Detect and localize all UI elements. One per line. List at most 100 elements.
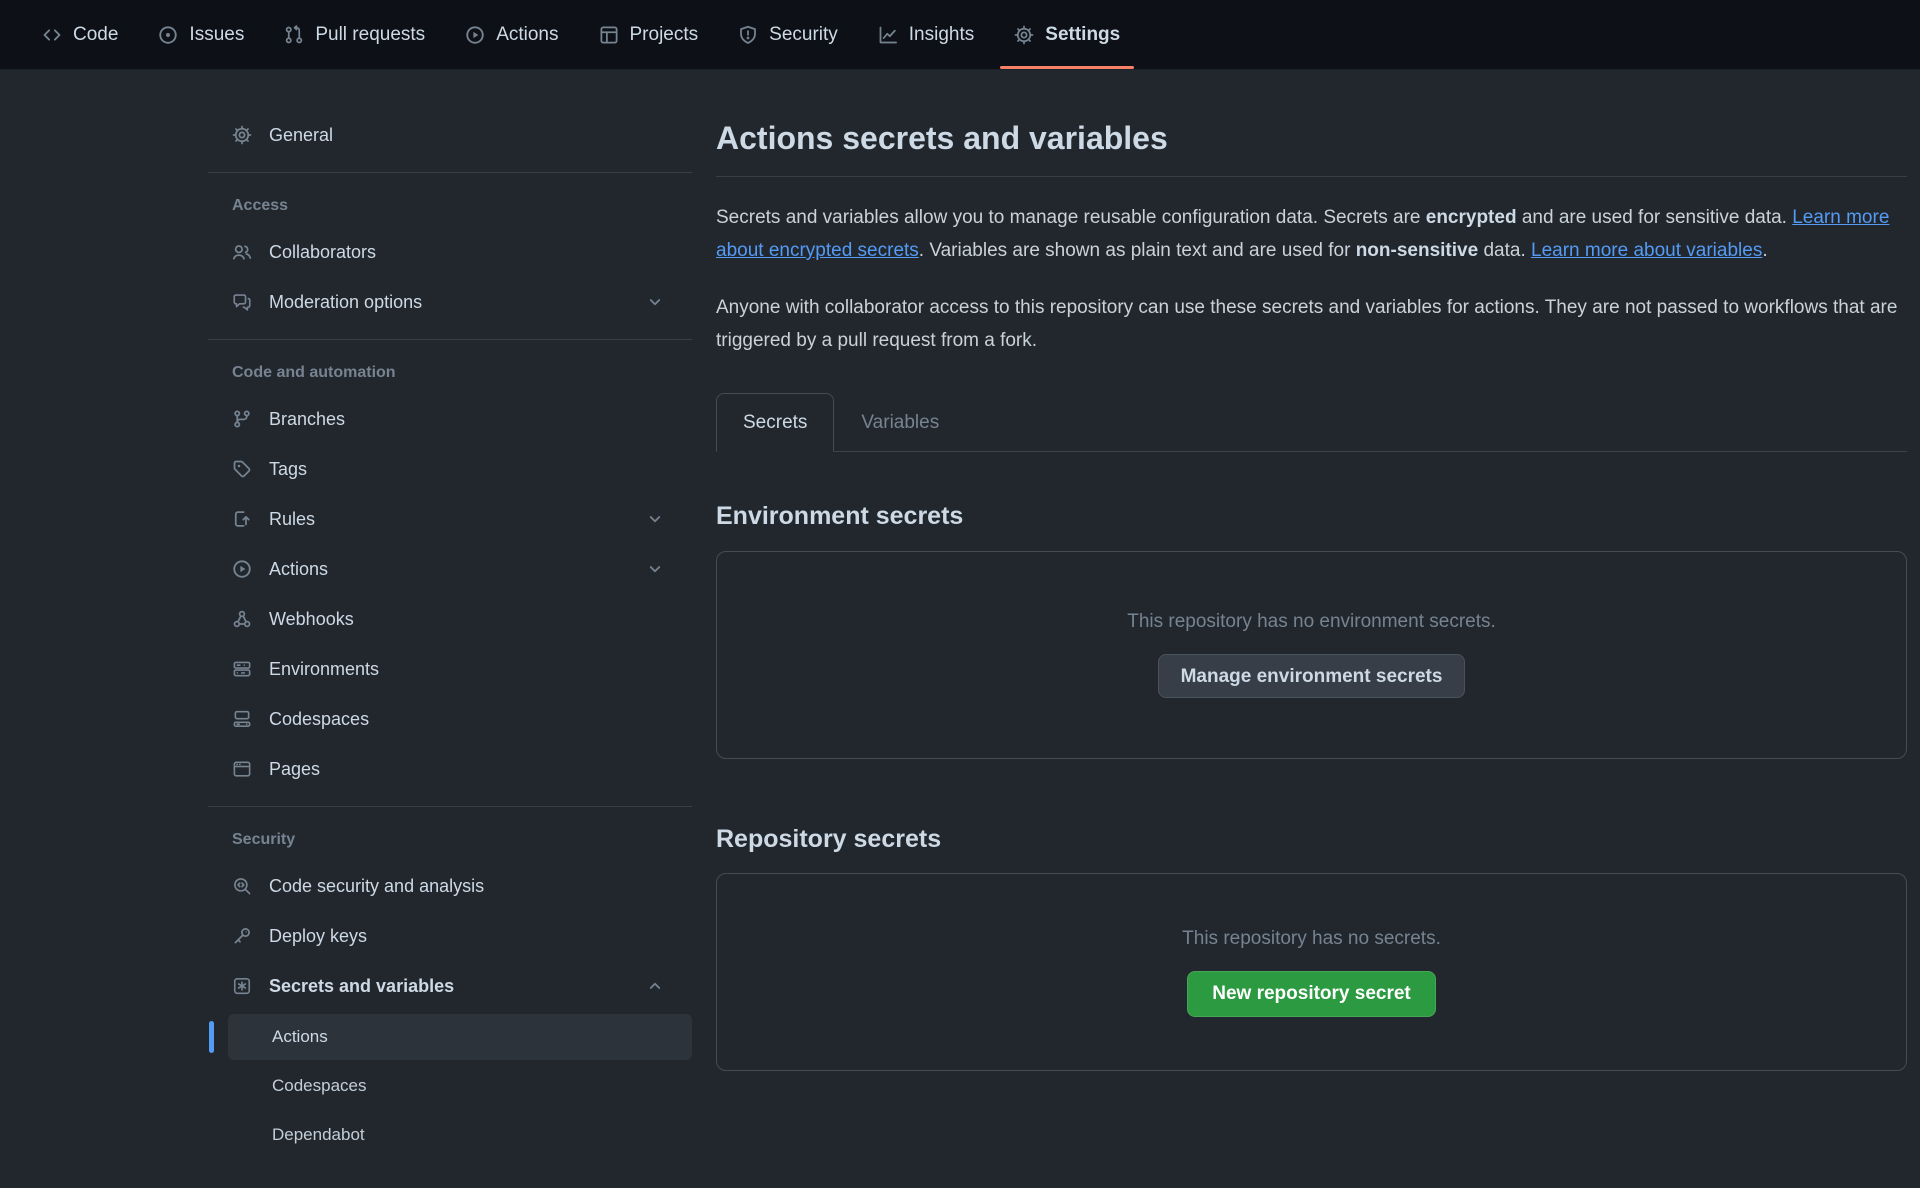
intro-bold-non-sensitive: non-sensitive xyxy=(1356,240,1478,261)
tag-icon xyxy=(232,459,252,479)
sidebar-subitem-label: Actions xyxy=(272,1027,328,1047)
people-icon xyxy=(232,242,252,262)
nav-tab-pull-requests[interactable]: Pull requests xyxy=(264,0,445,69)
repository-secrets-heading: Repository secrets xyxy=(716,823,1907,856)
sidebar-item-code-security-and-analysis[interactable]: Code security and analysis xyxy=(208,861,692,911)
sidebar-item-label: Rules xyxy=(269,509,315,530)
code-icon xyxy=(42,25,62,45)
settings-main-panel: Actions secrets and variables Secrets an… xyxy=(692,70,1920,1071)
nav-tab-code[interactable]: Code xyxy=(22,0,138,69)
gear-icon xyxy=(1014,25,1034,45)
sidebar-item-codespaces[interactable]: Codespaces xyxy=(208,694,692,744)
intro-text: . xyxy=(1762,240,1767,261)
repository-secrets-empty-text: This repository has no secrets. xyxy=(1182,928,1441,950)
server-icon xyxy=(232,659,252,679)
sidebar-item-label: Pages xyxy=(269,759,320,780)
nav-tab-label: Pull requests xyxy=(315,25,425,44)
sidebar-item-collaborators[interactable]: Collaborators xyxy=(208,227,692,277)
sidebar-subitem-codespaces[interactable]: Codespaces xyxy=(228,1063,692,1109)
sidebar-divider xyxy=(208,806,692,807)
nav-tab-label: Projects xyxy=(630,25,699,44)
nav-tab-security[interactable]: Security xyxy=(718,0,858,69)
sidebar-item-rules[interactable]: Rules xyxy=(208,494,692,544)
nav-tab-projects[interactable]: Projects xyxy=(579,0,719,69)
asterisk-box-icon xyxy=(232,976,252,996)
title-divider xyxy=(716,176,1907,177)
sidebar-item-label: Environments xyxy=(269,659,379,680)
sidebar-item-label: Deploy keys xyxy=(269,926,367,947)
webhook-icon xyxy=(232,609,252,629)
repository-secrets-empty-box: This repository has no secrets. New repo… xyxy=(716,873,1907,1071)
sidebar-item-label: Webhooks xyxy=(269,609,354,630)
sidebar-item-label: Branches xyxy=(269,409,345,430)
sidebar-subitem-label: Dependabot xyxy=(272,1125,365,1145)
sidebar-section-code-and-automation: Code and automation xyxy=(208,352,692,394)
nav-tab-issues[interactable]: Issues xyxy=(138,0,264,69)
tab-secrets[interactable]: Secrets xyxy=(716,393,834,452)
new-repository-secret-button[interactable]: New repository secret xyxy=(1187,971,1436,1017)
play-circle-icon xyxy=(232,559,252,579)
nav-tab-label: Code xyxy=(73,25,118,44)
sidebar-item-label: General xyxy=(269,125,333,146)
environment-secrets-heading: Environment secrets xyxy=(716,500,1907,533)
graph-icon xyxy=(878,25,898,45)
comment-discussion-icon xyxy=(232,292,252,312)
table-icon xyxy=(599,25,619,45)
chevron-down-icon xyxy=(646,560,664,578)
sidebar-item-label: Collaborators xyxy=(269,242,376,263)
sidebar-item-environments[interactable]: Environments xyxy=(208,644,692,694)
intro-paragraph-2: Anyone with collaborator access to this … xyxy=(716,291,1907,357)
sidebar-item-label: Code security and analysis xyxy=(269,876,484,897)
page-title: Actions secrets and variables xyxy=(716,118,1907,158)
sidebar-item-tags[interactable]: Tags xyxy=(208,444,692,494)
sidebar-item-moderation-options[interactable]: Moderation options xyxy=(208,277,692,327)
play-circle-icon xyxy=(465,25,485,45)
sidebar-item-general[interactable]: General xyxy=(208,110,692,160)
sidebar-item-pages[interactable]: Pages xyxy=(208,744,692,794)
codespaces-icon xyxy=(232,709,252,729)
secrets-variables-tabnav: Secrets Variables xyxy=(716,393,1907,452)
nav-tab-label: Actions xyxy=(496,25,558,44)
chevron-down-icon xyxy=(646,510,664,528)
key-icon xyxy=(232,926,252,946)
repo-tab-bar: Code Issues Pull requests Actions Projec… xyxy=(0,0,1920,70)
intro-paragraph-1: Secrets and variables allow you to manag… xyxy=(716,201,1907,267)
sidebar-section-access: Access xyxy=(208,185,692,227)
tab-variables[interactable]: Variables xyxy=(834,393,966,452)
nav-tab-label: Security xyxy=(769,25,838,44)
intro-text: Secrets and variables allow you to manag… xyxy=(716,207,1426,228)
nav-tab-settings[interactable]: Settings xyxy=(994,0,1140,69)
nav-tab-label: Insights xyxy=(909,25,974,44)
browser-icon xyxy=(232,759,252,779)
sidebar-item-actions[interactable]: Actions xyxy=(208,544,692,594)
codescan-icon xyxy=(232,876,252,896)
sidebar-item-label: Secrets and variables xyxy=(269,976,454,997)
settings-sidebar: General Access Collaborators Moderation … xyxy=(208,70,692,1158)
chevron-up-icon xyxy=(646,977,664,995)
sidebar-subitem-label: Codespaces xyxy=(272,1076,367,1096)
sidebar-subitem-dependabot[interactable]: Dependabot xyxy=(228,1112,692,1158)
sidebar-subitem-actions[interactable]: Actions xyxy=(228,1014,692,1060)
sidebar-divider xyxy=(208,339,692,340)
nav-tab-insights[interactable]: Insights xyxy=(858,0,994,69)
sidebar-item-label: Codespaces xyxy=(269,709,369,730)
intro-text: data. xyxy=(1478,240,1531,261)
intro-text: . Variables are shown as plain text and … xyxy=(919,240,1356,261)
intro-bold-encrypted: encrypted xyxy=(1426,207,1517,228)
nav-tab-label: Issues xyxy=(189,25,244,44)
active-tab-underline xyxy=(1000,66,1134,69)
shield-icon xyxy=(738,25,758,45)
sidebar-item-branches[interactable]: Branches xyxy=(208,394,692,444)
sidebar-item-label: Tags xyxy=(269,459,307,480)
manage-environment-secrets-button[interactable]: Manage environment secrets xyxy=(1158,654,1466,698)
sidebar-item-secrets-and-variables[interactable]: Secrets and variables xyxy=(208,961,692,1011)
rules-icon xyxy=(232,509,252,529)
link-learn-more-variables[interactable]: Learn more about variables xyxy=(1531,240,1762,261)
sidebar-item-deploy-keys[interactable]: Deploy keys xyxy=(208,911,692,961)
nav-tab-actions[interactable]: Actions xyxy=(445,0,578,69)
gear-icon xyxy=(232,125,252,145)
issue-opened-icon xyxy=(158,25,178,45)
sidebar-item-webhooks[interactable]: Webhooks xyxy=(208,594,692,644)
environment-secrets-empty-text: This repository has no environment secre… xyxy=(1127,611,1496,633)
git-pull-request-icon xyxy=(284,25,304,45)
